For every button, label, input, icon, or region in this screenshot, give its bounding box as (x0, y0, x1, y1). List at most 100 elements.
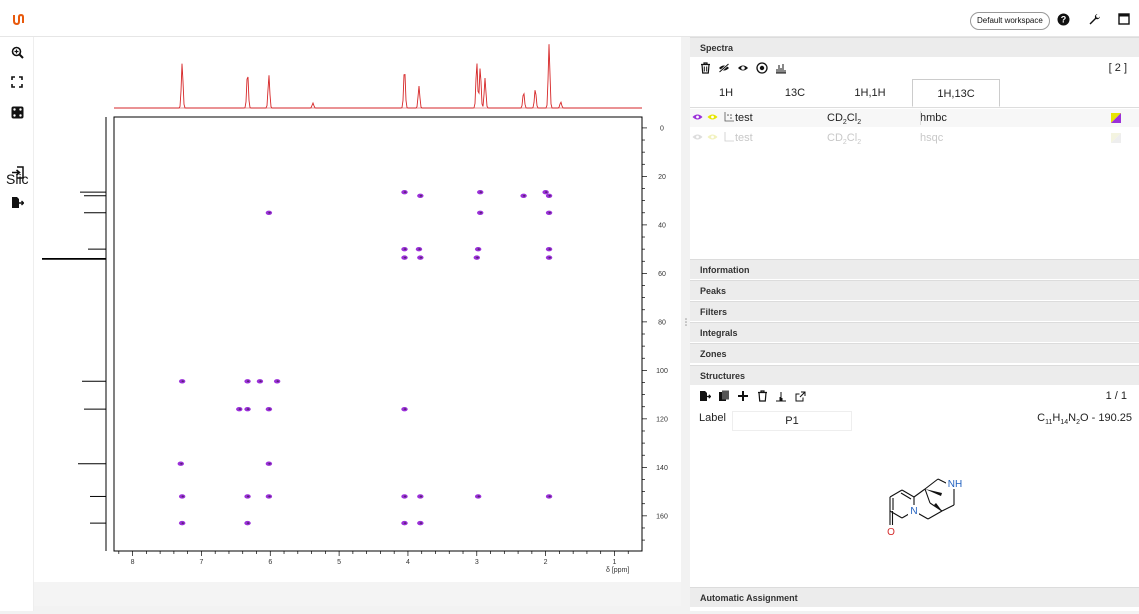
cross-peak[interactable] (545, 193, 553, 198)
spectrum-settings-icon[interactable] (774, 61, 788, 75)
cross-peak[interactable] (265, 461, 273, 466)
cross-peak[interactable] (477, 189, 484, 195)
hide-all-icon[interactable] (717, 61, 731, 75)
cross-peak[interactable] (401, 520, 408, 526)
spectrum-2d-viewer[interactable]: 8 7 6 5 4 3 2 1 0 20 40 60 80 100 120 140 160 δ [ppm] (34, 37, 681, 582)
add-icon[interactable] (736, 389, 750, 403)
cross-peak[interactable] (401, 494, 408, 499)
visibility-eye-icon[interactable] (692, 113, 703, 121)
spectrum-solvent: CD2Cl2 (827, 112, 862, 127)
open-external-icon[interactable] (793, 389, 807, 403)
cross-peak[interactable] (244, 379, 251, 384)
cross-peak[interactable] (244, 406, 251, 412)
cross-peak[interactable] (545, 246, 553, 252)
spectrum-2d-type-icon (724, 112, 734, 122)
nitrogen-atom-label: N (910, 506, 917, 517)
cross-peak[interactable] (273, 379, 281, 384)
spectrum-experiment: hsqc (920, 132, 944, 144)
y-axis-tick-label: 20 (658, 174, 666, 181)
cross-peak[interactable] (244, 520, 251, 526)
cross-peak[interactable] (256, 379, 264, 384)
automatic-assignment-section-header[interactable]: Automatic Assignment (690, 587, 1139, 607)
trash-icon[interactable] (755, 389, 769, 403)
cross-peak[interactable] (177, 461, 184, 466)
visibility-eye-icon[interactable] (692, 133, 703, 141)
plot-frame (113, 116, 643, 552)
spectrum-row-hsqc[interactable]: test CD2Cl2 hsqc (690, 129, 1139, 147)
cross-peak[interactable] (178, 520, 186, 526)
spectrum-row-hmbc[interactable]: test CD2Cl2 hmbc (690, 109, 1139, 127)
cross-peak[interactable] (474, 494, 482, 499)
structure-label-input[interactable]: P1 (732, 411, 852, 431)
cross-peak[interactable] (473, 255, 480, 260)
cross-peak[interactable] (236, 406, 243, 412)
cross-peak[interactable] (542, 189, 549, 195)
workspace-selector-button[interactable]: Default workspace (970, 12, 1050, 30)
cross-peak[interactable] (520, 193, 527, 198)
export-structure-icon[interactable] (698, 389, 712, 403)
cross-peak[interactable] (265, 210, 273, 215)
visibility-eye-icon[interactable] (707, 113, 718, 121)
oxygen-atom-label: O (887, 527, 895, 538)
cross-peak[interactable] (545, 494, 553, 499)
cross-peak[interactable] (474, 246, 482, 252)
color-swatch[interactable] (1111, 113, 1121, 123)
zoom-icon[interactable] (8, 43, 26, 61)
trash-icon[interactable] (698, 61, 712, 75)
import-icon[interactable] (8, 163, 26, 181)
cross-peak[interactable] (545, 255, 553, 260)
cross-peak[interactable] (178, 379, 186, 384)
visibility-eye-icon[interactable] (707, 133, 718, 141)
cross-peak[interactable] (401, 406, 408, 412)
target-icon[interactable] (755, 61, 769, 75)
hmbc-contour-plot[interactable]: 8 7 6 5 4 3 2 1 0 20 40 60 80 100 120 140 160 δ [ppm] (34, 37, 681, 582)
cross-peak[interactable] (477, 210, 484, 215)
cross-peak[interactable] (178, 494, 186, 499)
cross-peak[interactable] (401, 255, 408, 260)
tool-bar: Slic (0, 37, 34, 611)
cross-peak[interactable] (417, 494, 424, 499)
plot-footer (34, 582, 681, 606)
spectrum-experiment: hmbc (920, 112, 947, 124)
cross-peak[interactable] (265, 494, 273, 499)
cross-peak[interactable] (417, 255, 424, 260)
cross-peak[interactable] (417, 193, 424, 198)
svg-text:?: ? (1060, 14, 1066, 24)
integrals-section-header[interactable]: Integrals (690, 322, 1139, 342)
nh-atom-label: NH (948, 479, 962, 490)
tab-1h[interactable]: 1H (690, 79, 762, 107)
predict-spectra-icon[interactable] (774, 389, 788, 403)
filters-section-header[interactable]: Filters (690, 301, 1139, 321)
y-axis-tick-label: 60 (658, 271, 666, 278)
export-icon[interactable] (8, 193, 26, 211)
cross-peak[interactable] (401, 189, 408, 195)
cross-peaks (177, 189, 553, 526)
x-axis-tick-label: 3 (475, 559, 479, 566)
cross-peak[interactable] (545, 210, 553, 215)
full-view-icon[interactable] (8, 73, 26, 91)
color-swatch[interactable] (1111, 133, 1121, 143)
panel-splitter[interactable] (681, 37, 690, 611)
zones-section-header[interactable]: Zones (690, 343, 1139, 363)
x-axis-tick-label: 2 (544, 559, 548, 566)
spectra-section-header[interactable]: Spectra (690, 37, 1139, 57)
dice-icon[interactable] (8, 103, 26, 121)
maximize-icon[interactable] (1117, 12, 1131, 26)
cross-peak[interactable] (265, 406, 273, 412)
paste-icon[interactable] (717, 389, 731, 403)
molecule-structure-drawing[interactable]: N NH O (850, 467, 990, 557)
cross-peak[interactable] (415, 246, 423, 252)
show-all-icon[interactable] (736, 61, 750, 75)
x-axis-tick-label: 1 (613, 559, 617, 566)
tab-13c[interactable]: 13C (762, 79, 828, 107)
tab-1h-1h[interactable]: 1H,1H (828, 79, 912, 107)
cross-peak[interactable] (244, 494, 251, 499)
cross-peak[interactable] (417, 520, 424, 526)
information-section-header[interactable]: Information (690, 259, 1139, 279)
peaks-section-header[interactable]: Peaks (690, 280, 1139, 300)
help-icon[interactable]: ? (1056, 12, 1070, 26)
structures-section-header[interactable]: Structures (690, 365, 1139, 385)
wrench-icon[interactable] (1087, 12, 1101, 26)
tab-1h-13c[interactable]: 1H,13C (912, 79, 1000, 107)
cross-peak[interactable] (401, 246, 408, 252)
